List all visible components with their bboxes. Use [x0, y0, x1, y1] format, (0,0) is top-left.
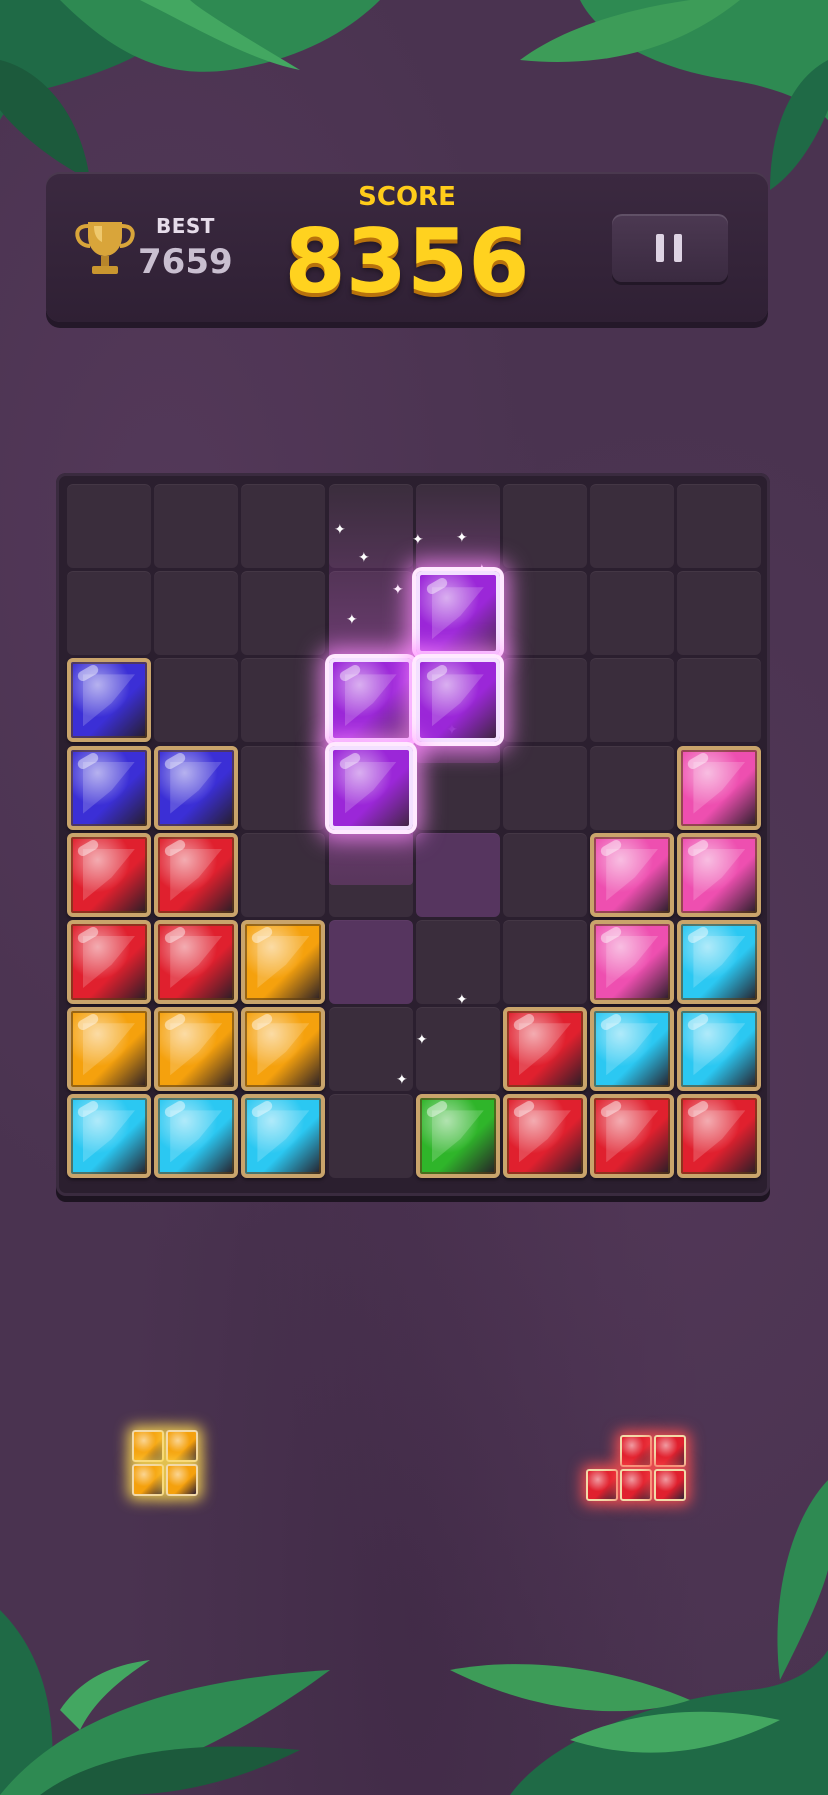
sparkle-icon: ✦: [396, 1072, 408, 1088]
yellow-mini-gem: [166, 1430, 198, 1462]
board-cell[interactable]: [503, 745, 587, 830]
pink-gem-block: [590, 920, 675, 1004]
board-cell[interactable]: [590, 571, 675, 656]
ghost-preview-cell: [415, 832, 500, 917]
red-gem-block: [590, 1094, 675, 1179]
board-cell[interactable]: [154, 658, 239, 743]
board-cell[interactable]: [590, 484, 675, 568]
score-label: SCORE: [358, 182, 456, 212]
red-gem-block: [154, 920, 239, 1004]
sparkle-icon: ✦: [416, 1032, 428, 1048]
board-cell[interactable]: [241, 484, 326, 568]
red-mini-gem: [620, 1469, 652, 1501]
sparkle-icon: ✦: [334, 522, 346, 538]
score-header-panel: BEST 7659 SCORE 8356: [46, 172, 768, 322]
cyan-gem-block: [677, 1007, 762, 1092]
yellow-mini-gem: [132, 1430, 164, 1462]
board-cell[interactable]: [677, 658, 762, 743]
purple-active-piece-block[interactable]: [415, 658, 500, 743]
board-cell[interactable]: [503, 920, 587, 1004]
board-cell[interactable]: [241, 571, 326, 656]
leaf-decoration-bottom-right: [450, 1480, 828, 1795]
board-cell[interactable]: [503, 571, 587, 656]
board-cell[interactable]: [154, 571, 239, 656]
board-cell[interactable]: [241, 832, 326, 917]
leaf-decoration-top-right: [520, 0, 828, 190]
board-cell[interactable]: [328, 1094, 413, 1179]
sparkle-icon: ✦: [456, 530, 468, 546]
red-gem-block: [67, 832, 151, 917]
cyan-gem-block: [67, 1094, 151, 1179]
red-mini-gem: [586, 1469, 618, 1501]
cyan-gem-block: [154, 1094, 239, 1179]
purple-active-piece-block[interactable]: [328, 745, 413, 830]
board-cell[interactable]: [590, 745, 675, 830]
red-gem-block: [677, 1094, 762, 1179]
red-gem-block: [503, 1007, 587, 1092]
pink-gem-block: [677, 832, 762, 917]
cyan-gem-block: [241, 1094, 326, 1179]
yellow-gem-block: [67, 1007, 151, 1092]
green-gem-block: [415, 1094, 500, 1179]
sparkle-icon: ✦: [358, 550, 370, 566]
board-cell[interactable]: [590, 658, 675, 743]
board-cell[interactable]: [241, 658, 326, 743]
leaf-decoration-top-left: [0, 0, 380, 180]
board-cell[interactable]: [415, 1007, 500, 1092]
blue-gem-block: [67, 745, 151, 830]
game-board[interactable]: ✦✦✦✦✦✦✦✦✦✦✦✦✦✦✦: [56, 473, 770, 1196]
red-mini-gem: [654, 1469, 686, 1501]
sparkle-icon: ✦: [456, 992, 468, 1008]
yellow-gem-block: [154, 1007, 239, 1092]
board-cell[interactable]: [67, 571, 151, 656]
yellow-mini-gem: [132, 1464, 164, 1496]
yellow-gem-block: [241, 1007, 326, 1092]
board-cell[interactable]: [503, 484, 587, 568]
sparkle-icon: ✦: [346, 612, 358, 628]
board-cell[interactable]: [154, 484, 239, 568]
pink-gem-block: [677, 745, 762, 830]
board-cell[interactable]: [503, 832, 587, 917]
sparkle-icon: ✦: [412, 532, 424, 548]
blue-gem-block: [154, 745, 239, 830]
yellow-mini-gem: [166, 1464, 198, 1496]
board-cell[interactable]: [503, 658, 587, 743]
cyan-gem-block: [590, 1007, 675, 1092]
red-gem-block: [503, 1094, 587, 1179]
yellow-gem-block: [241, 920, 326, 1004]
purple-active-piece-block[interactable]: [415, 571, 500, 656]
pink-gem-block: [590, 832, 675, 917]
red-mini-gem: [654, 1435, 686, 1467]
red-gem-block: [67, 920, 151, 1004]
purple-active-piece-block[interactable]: [328, 658, 413, 743]
red-mini-gem: [620, 1435, 652, 1467]
red-gem-block: [154, 832, 239, 917]
board-cell[interactable]: [677, 484, 762, 568]
sparkle-icon: ✦: [392, 582, 404, 598]
board-cell[interactable]: [67, 484, 151, 568]
ghost-preview-cell: [328, 920, 413, 1004]
board-cell[interactable]: [241, 745, 326, 830]
pause-button[interactable]: [612, 214, 728, 282]
leaf-decoration-bottom-left: [0, 1610, 330, 1795]
cyan-gem-block: [677, 920, 762, 1004]
blue-gem-block: [67, 658, 151, 743]
board-cell[interactable]: [677, 571, 762, 656]
